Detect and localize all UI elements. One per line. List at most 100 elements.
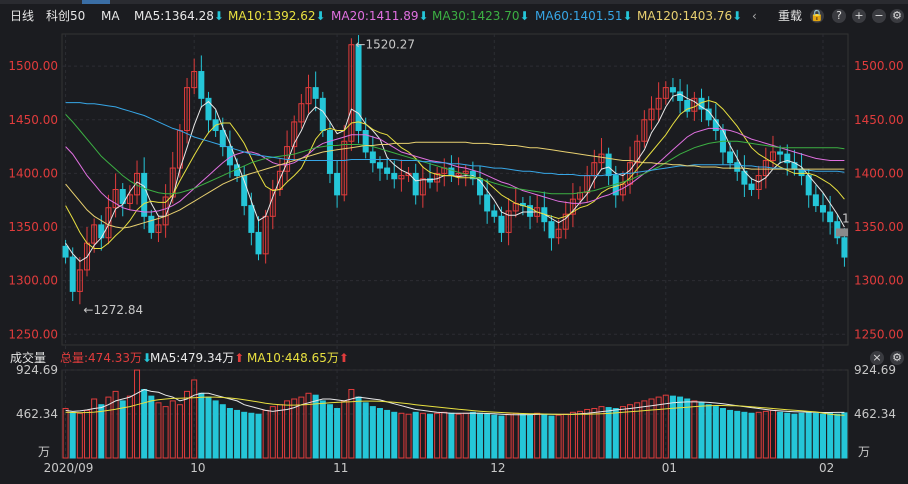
volume-bar <box>719 408 726 459</box>
volume-bar <box>734 410 741 459</box>
volume-bar <box>141 388 148 459</box>
volume-bar <box>155 402 162 459</box>
volume-bar <box>534 412 541 459</box>
volume-bar <box>698 402 705 459</box>
volume-bar <box>276 404 283 459</box>
candle-body <box>141 172 148 217</box>
volume-bar <box>569 411 576 459</box>
volume-bar <box>212 400 219 459</box>
candle-body <box>412 172 419 196</box>
volume-bar <box>226 408 233 459</box>
volume-bar <box>248 412 255 459</box>
volume-bar <box>469 411 476 459</box>
price-tick-left: 1250.00 <box>8 327 58 341</box>
volume-bar <box>677 396 684 459</box>
volume-bar <box>434 412 441 459</box>
time-tick-label: 10 <box>190 461 205 475</box>
volume-bar <box>119 400 126 459</box>
volume-bar <box>369 406 376 459</box>
volume-bar <box>805 411 812 459</box>
candle-body <box>334 172 341 196</box>
volume-bar <box>426 413 433 459</box>
volume-bar <box>669 395 676 459</box>
volume-bar <box>741 411 748 459</box>
volume-bar <box>648 398 655 459</box>
candle-body <box>376 162 383 169</box>
volume-bar <box>555 414 562 459</box>
volume-bar <box>76 412 83 459</box>
volume-bar <box>326 404 333 459</box>
volume-title[interactable]: 成交量 <box>10 348 46 368</box>
ma-line-ma5 <box>65 93 845 263</box>
price-tick-left: 1450.00 <box>8 113 58 127</box>
candle-body <box>605 153 612 177</box>
chart-window: { "toolbar": { "period": "日线", "symbol":… <box>0 0 908 484</box>
volume-bar <box>705 404 712 459</box>
volume-bar <box>812 412 819 459</box>
candle-body <box>734 162 741 172</box>
volume-bar <box>241 411 248 459</box>
volume-bar <box>712 406 719 459</box>
time-tick-label: 12 <box>490 461 505 475</box>
candle-body <box>384 167 391 174</box>
volume-bar <box>491 414 498 459</box>
price-tick-left: 1350.00 <box>8 220 58 234</box>
volume-bar <box>334 408 341 459</box>
volume-ma5: MA5:479.34万⬆ <box>150 351 245 365</box>
volume-bar <box>98 404 105 459</box>
volume-bar <box>262 409 269 459</box>
volume-bar <box>198 392 205 459</box>
close-volume-icon[interactable]: × <box>870 351 884 365</box>
volume-bar <box>462 412 469 459</box>
volume-bar <box>255 413 262 459</box>
volume-bar <box>234 409 241 459</box>
volume-bar <box>312 394 319 459</box>
volume-bar <box>405 413 412 459</box>
candle-body <box>812 194 819 207</box>
candle-body <box>748 183 755 190</box>
volume-bar <box>391 411 398 459</box>
candle-body <box>62 245 69 258</box>
time-tick-label: 01 <box>662 461 677 475</box>
volume-bar <box>841 412 848 459</box>
candle-body <box>498 215 505 233</box>
volume-settings-icon[interactable]: ⚙ <box>890 351 904 365</box>
time-tick-label: 11 <box>333 461 348 475</box>
price-tick-right: 1300.00 <box>854 274 904 288</box>
volume-bar <box>769 409 776 459</box>
volume-bar <box>205 396 212 459</box>
candle-body <box>827 211 834 223</box>
volume-bar <box>298 396 305 459</box>
volume-bar <box>819 413 826 459</box>
candle-body <box>255 231 262 255</box>
volume-bar <box>527 414 534 459</box>
volume-bar <box>748 412 755 459</box>
candle-body <box>69 256 76 292</box>
volume-bar <box>512 412 519 459</box>
volume-bar <box>605 407 612 459</box>
volume-bar <box>827 412 834 459</box>
volume-tick-left: 462.34 <box>16 407 58 421</box>
candle-body <box>198 71 205 99</box>
price-tick-right: 1250.00 <box>854 327 904 341</box>
kline-chart[interactable]: 1250.00 1250.00 1300.00 1300.00 1350.00 1350.… <box>0 0 908 484</box>
volume-unit-right: 万 <box>858 445 870 459</box>
candle-body <box>219 130 226 148</box>
price-tick-left: 1400.00 <box>8 166 58 180</box>
volume-bar <box>541 413 548 459</box>
volume-bar <box>341 400 348 459</box>
volume-bar <box>484 413 491 459</box>
volume-bar <box>384 409 391 459</box>
time-tick-label: 02 <box>819 461 834 475</box>
candle-body <box>312 87 319 99</box>
time-tick-label: 2020/09 <box>44 461 94 475</box>
volume-bar <box>105 396 112 459</box>
volume-bar <box>591 408 598 459</box>
volume-bar <box>784 412 791 459</box>
price-tick-right: 1350.00 <box>854 220 904 234</box>
volume-bar <box>655 396 662 459</box>
price-tick-right: 1400.00 <box>854 166 904 180</box>
candle-body <box>669 87 676 93</box>
price-plot-frame <box>61 33 849 346</box>
volume-bar <box>69 411 76 459</box>
